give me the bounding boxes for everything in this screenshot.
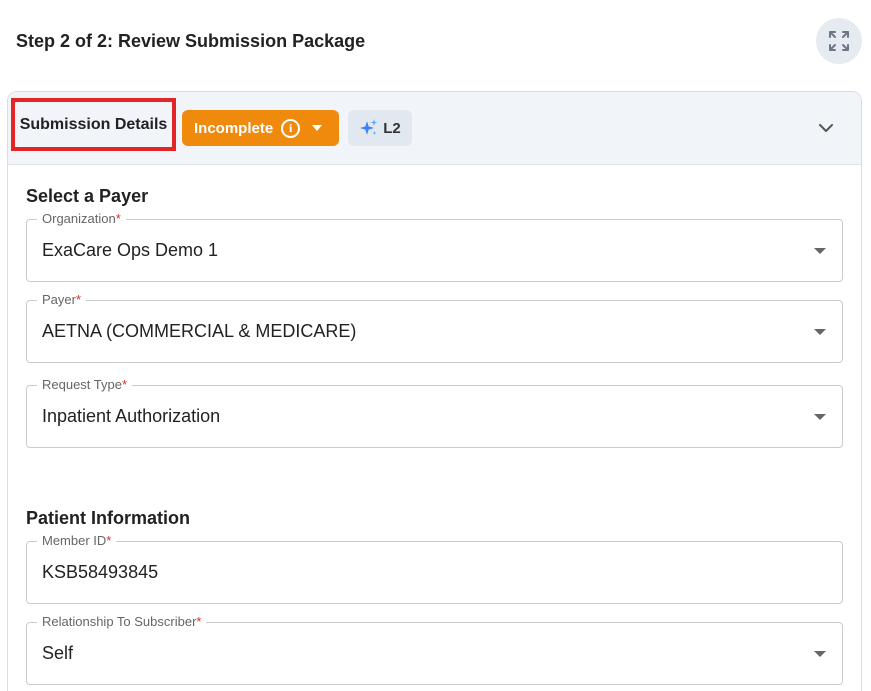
request-type-select[interactable]: Request Type* Inpatient Authorization [26,377,843,448]
status-label: Incomplete [194,119,274,137]
info-circle-icon[interactable]: i [281,118,301,138]
card-title: Submission Details [19,115,168,133]
request-type-label: Request Type* [37,377,133,393]
submission-details-highlight: Submission Details [11,98,176,151]
select-payer-heading: Select a Payer [26,186,149,206]
organization-select[interactable]: Organization* ExaCare Ops Demo 1 [26,211,843,282]
relationship-select[interactable]: Relationship To Subscriber* Self [26,614,843,685]
submission-details-card: Submission Details Incomplete i L2 Selec… [7,91,862,691]
expand-arrows-icon [829,31,849,51]
payer-label: Payer* [37,292,87,308]
payer-value: AETNA (COMMERCIAL & MEDICARE) [42,321,357,341]
member-id-input[interactable]: Member ID* KSB58493845 [26,533,843,604]
relationship-label: Relationship To Subscriber* [37,614,207,630]
organization-value: ExaCare Ops Demo 1 [42,240,219,260]
expand-button[interactable] [816,18,862,64]
level-chip[interactable]: L2 [348,110,412,146]
member-id-value: KSB58493845 [42,562,159,582]
patient-information-heading: Patient Information [26,508,191,528]
caret-down-icon [312,125,323,131]
request-type-value: Inpatient Authorization [42,406,221,426]
dropdown-arrow-icon [814,651,826,657]
dropdown-arrow-icon [814,414,826,420]
chevron-down-icon [819,124,833,132]
dropdown-arrow-icon [814,248,826,254]
page-title: Step 2 of 2: Review Submission Package [16,31,366,51]
collapse-button[interactable] [814,116,838,140]
relationship-value: Self [42,643,74,663]
sparkle-icon [360,119,378,135]
member-id-label: Member ID* [37,533,117,549]
card-header[interactable]: Submission Details Incomplete i L2 [8,92,861,165]
organization-label: Organization* [37,211,126,227]
payer-select[interactable]: Payer* AETNA (COMMERCIAL & MEDICARE) [26,292,843,363]
level-label: L2 [383,119,401,137]
status-dropdown-button[interactable]: Incomplete i [182,110,339,146]
dropdown-arrow-icon [814,329,826,335]
